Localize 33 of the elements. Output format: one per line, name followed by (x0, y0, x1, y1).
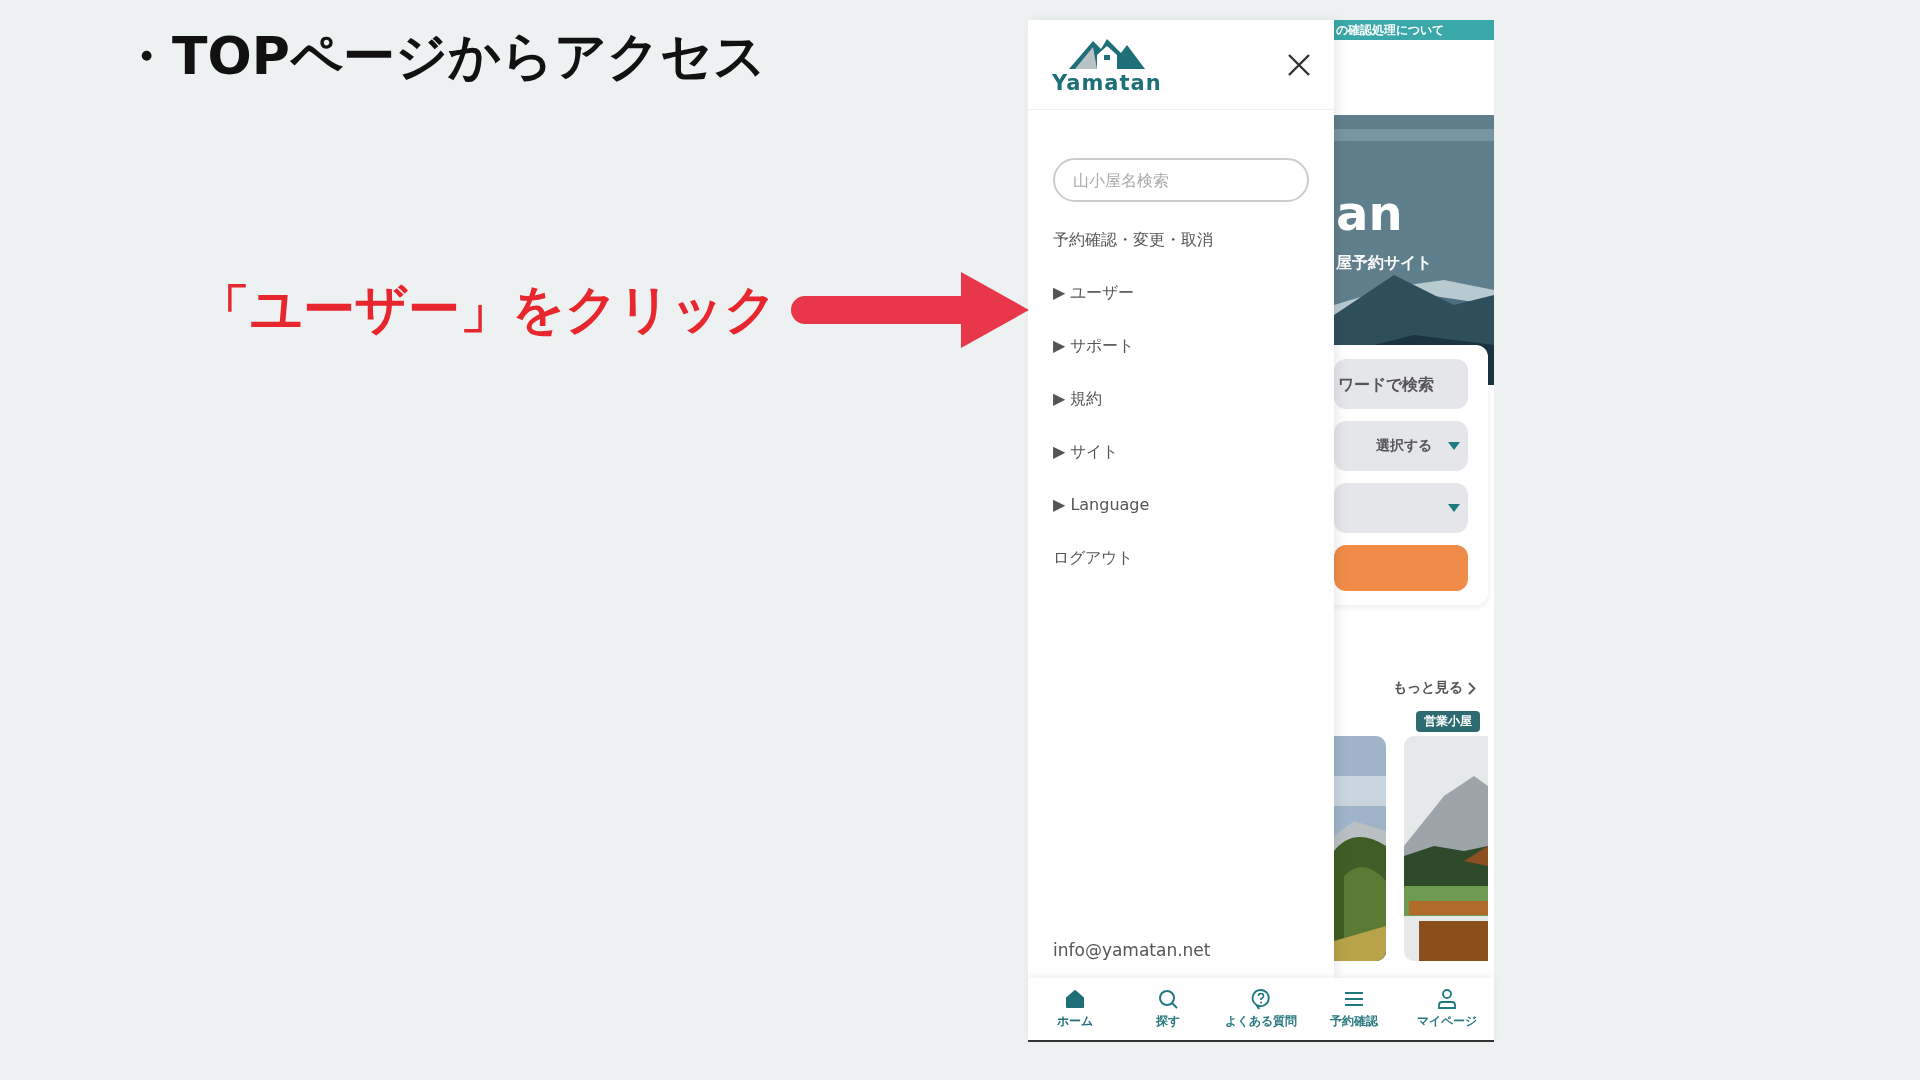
close-icon[interactable] (1286, 51, 1312, 78)
logo-text: Yamatan (1052, 70, 1162, 95)
menu-item[interactable]: ログアウト (1053, 546, 1309, 570)
menu-item[interactable]: ▶ 規約 (1053, 387, 1309, 411)
chevron-icon (1468, 681, 1476, 695)
area-select[interactable]: 選択する (1334, 421, 1468, 471)
slide-heading: ・TOPページからアクセス (120, 25, 767, 88)
menu-item[interactable]: ▶ サイト (1053, 440, 1309, 464)
search-icon (1156, 988, 1179, 1011)
home-icon (1063, 988, 1086, 1011)
hut-badge: 営業小屋 (1416, 711, 1480, 732)
search-button[interactable] (1334, 545, 1468, 591)
menu-item[interactable]: ▶ Language (1053, 493, 1309, 517)
nav-tab[interactable]: マイページ (1400, 978, 1494, 1040)
person-icon (1436, 988, 1459, 1011)
nav-tab[interactable]: 探す (1121, 978, 1215, 1040)
date-select[interactable] (1334, 483, 1468, 533)
caret-icon (1448, 442, 1460, 450)
search-field[interactable]: 山小屋名検索 (1053, 158, 1309, 202)
more-link[interactable]: もっと見る (1393, 679, 1463, 697)
menu-item[interactable]: ▶ サポート (1053, 334, 1309, 358)
caret-icon (1448, 504, 1460, 512)
menu-item[interactable]: ▶ ユーザー (1053, 281, 1309, 305)
nav-tab[interactable]: ホーム (1028, 978, 1122, 1040)
keyword-field[interactable]: ワードで検索 (1334, 359, 1468, 409)
callout-text: 「ユーザー」をクリック (198, 278, 777, 341)
nav-tab[interactable]: 予約確認 (1307, 978, 1401, 1040)
hero-title: an (1336, 189, 1403, 237)
email-text: info@yamatan.net (1053, 940, 1212, 961)
menu-item[interactable]: 予約確認・変更・取消 (1053, 228, 1309, 252)
question-icon (1250, 988, 1272, 1011)
nav-tab[interactable]: よくある質問 (1214, 978, 1308, 1040)
hero-subtitle: 屋予約サイト (1336, 253, 1432, 274)
